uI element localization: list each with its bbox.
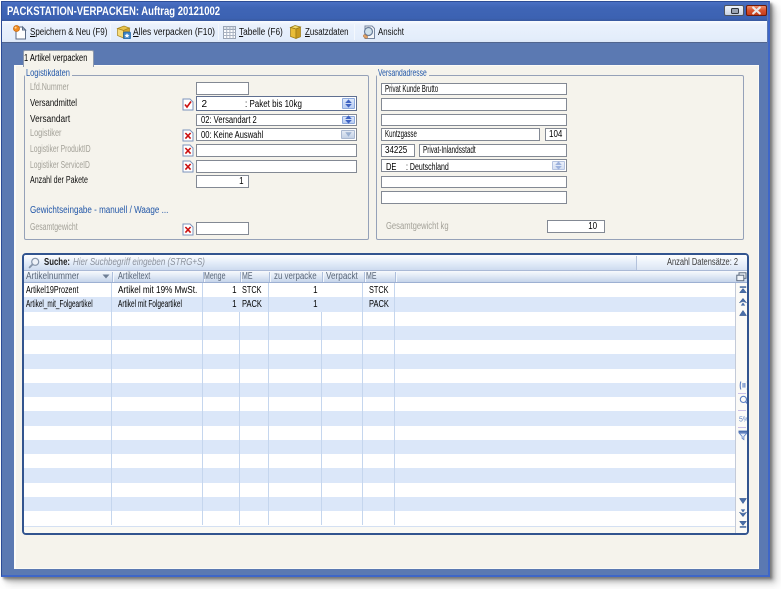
svg-text:5%: 5%	[739, 416, 749, 423]
